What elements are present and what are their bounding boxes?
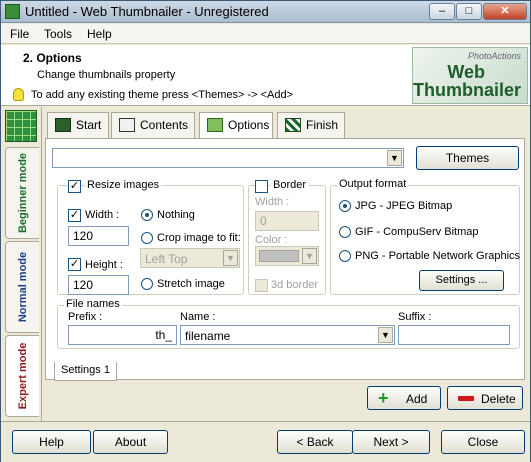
prefix-input[interactable] (68, 325, 177, 345)
flag-icon (285, 118, 301, 132)
window-title: Untitled - Web Thumbnailer - Unregistere… (25, 4, 269, 19)
menu-help[interactable]: Help (87, 27, 112, 41)
color-swatch (259, 250, 299, 262)
width-checkbox[interactable]: ✓ (68, 209, 81, 222)
page-title: 2. Options (23, 51, 82, 65)
prefix-label: Prefix : (68, 311, 103, 323)
border-color-select[interactable]: ▼ (255, 246, 319, 266)
radio-nothing[interactable] (141, 209, 153, 221)
border-width-label: Width : (255, 196, 290, 208)
png-label: PNG - Portable Network Graphics (355, 250, 521, 262)
output-format-group: Output format JPG - JPEG Bitmap GIF - Co… (330, 178, 521, 295)
product-logo: PhotoActions Web Thumbnailer (412, 47, 528, 104)
output-format-label: Output format (337, 178, 409, 190)
mode-tab-beginner[interactable]: Beginner mode (5, 147, 39, 239)
app-icon (5, 4, 20, 19)
add-button[interactable]: + Add (367, 386, 441, 410)
menu-bar: File Tools Help (1, 24, 530, 44)
output-settings-button[interactable]: Settings ... (419, 270, 504, 291)
theme-select[interactable]: ▼ (52, 148, 404, 168)
crop-label: Crop image to fit: (157, 232, 241, 244)
film-icon (55, 118, 71, 132)
height-label: Height : (85, 259, 123, 271)
border-width-input[interactable] (255, 211, 319, 231)
thumbnail-grid-icon (5, 110, 37, 142)
file-names-group: File names Prefix : Name : filename ▼ Su… (57, 298, 520, 349)
delete-button[interactable]: Delete (447, 386, 523, 410)
stretch-label: Stretch image (157, 278, 225, 290)
resize-label: Resize images (85, 179, 162, 191)
nothing-label: Nothing (157, 209, 195, 221)
chevron-down-icon: ▼ (223, 250, 238, 266)
radio-gif[interactable] (339, 226, 351, 238)
name-label: Name : (180, 311, 216, 323)
radio-stretch[interactable] (141, 278, 153, 290)
about-button[interactable]: About (93, 430, 168, 454)
border-color-label: Color : (255, 234, 288, 246)
radio-crop[interactable] (141, 232, 153, 244)
help-button[interactable]: Help (12, 430, 91, 454)
app-window: Untitled - Web Thumbnailer - Unregistere… (0, 0, 531, 462)
wizard-footer: Help About < Back Next > Close (1, 421, 530, 462)
crop-position-select[interactable]: Left Top ▼ (140, 248, 240, 268)
close-button[interactable]: Close (441, 430, 525, 454)
width-label: Width : (85, 209, 120, 221)
chevron-down-icon: ▼ (302, 248, 317, 264)
plus-icon: + (378, 388, 389, 408)
resize-group: ✓ Resize images ✓ Width : ✓ Height : Not… (57, 179, 244, 295)
name-select[interactable]: filename ▼ (180, 325, 395, 345)
options-panel: ▼ Themes ✓ Resize images ✓ Width : ✓ Hei… (45, 138, 525, 380)
back-button[interactable]: < Back (277, 430, 353, 454)
radio-png[interactable] (339, 250, 351, 262)
tab-contents[interactable]: Contents (111, 112, 195, 138)
gif-label: GIF - CompuServ Bitmap (355, 226, 479, 238)
mode-sidebar: Beginner mode Normal mode Expert mode (1, 107, 42, 421)
wizard-header: 2. Options Change thumbnails property To… (1, 45, 530, 106)
radio-jpg[interactable] (339, 200, 351, 212)
maximize-button[interactable]: □ (456, 3, 482, 20)
menu-file[interactable]: File (10, 27, 29, 41)
settings-tab-1[interactable]: Settings 1 (54, 362, 117, 381)
suffix-label: Suffix : (398, 311, 432, 323)
resize-checkbox[interactable]: ✓ (68, 180, 81, 193)
border-3d-label: 3d border (271, 279, 319, 291)
next-button[interactable]: Next > (352, 430, 430, 454)
themes-button[interactable]: Themes (416, 146, 519, 170)
minus-icon (458, 396, 474, 401)
folder-icon (207, 118, 223, 132)
menu-tools[interactable]: Tools (44, 27, 72, 41)
minimize-button[interactable]: – (429, 3, 455, 20)
tip-text: To add any existing theme press <Themes>… (31, 89, 294, 101)
height-input[interactable] (68, 275, 129, 295)
border-group: Border Width : Color : ▼ 3d border (248, 179, 326, 295)
border-3d-checkbox[interactable] (255, 279, 268, 292)
height-checkbox[interactable]: ✓ (68, 258, 81, 271)
mode-tab-expert[interactable]: Expert mode (5, 335, 39, 417)
mode-tab-normal[interactable]: Normal mode (5, 241, 39, 333)
close-window-button[interactable]: ✕ (483, 3, 527, 20)
file-names-label: File names (64, 298, 122, 310)
title-bar: Untitled - Web Thumbnailer - Unregistere… (1, 1, 530, 23)
lightbulb-icon (13, 88, 24, 101)
tab-finish[interactable]: Finish (277, 112, 345, 138)
border-checkbox[interactable] (255, 180, 268, 193)
border-label: Border (271, 179, 309, 191)
page-subtitle: Change thumbnails property (37, 69, 176, 81)
suffix-input[interactable] (398, 325, 510, 345)
chevron-down-icon: ▼ (387, 150, 402, 166)
tab-options[interactable]: Options (199, 112, 273, 139)
chevron-down-icon: ▼ (378, 327, 393, 343)
jpg-label: JPG - JPEG Bitmap (355, 200, 453, 212)
tab-start[interactable]: Start (47, 112, 109, 138)
width-input[interactable] (68, 226, 129, 246)
contents-icon (119, 118, 135, 132)
